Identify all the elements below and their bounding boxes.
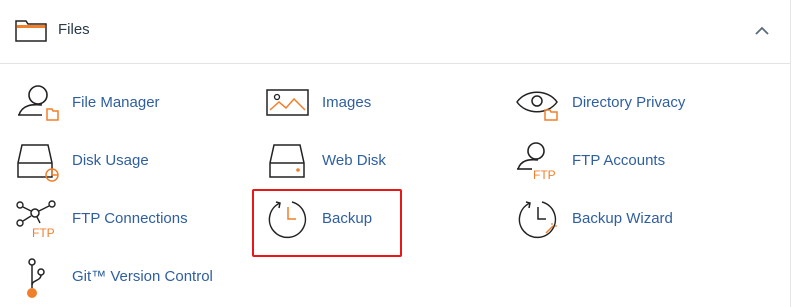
- section-title: Files: [58, 21, 90, 38]
- folder-icon: [15, 20, 47, 42]
- git-icon: [27, 258, 45, 298]
- backup-highlight-box: [252, 189, 402, 257]
- svg-text:FTP: FTP: [32, 226, 55, 240]
- directory-privacy-icon: [516, 91, 558, 121]
- item-label: Directory Privacy: [572, 94, 686, 111]
- svg-text:FTP: FTP: [533, 168, 556, 182]
- files-panel: Files File Manager Images Directory Priv…: [0, 0, 791, 307]
- disk-usage-icon: [17, 144, 59, 182]
- backup-wizard-link[interactable]: Backup Wizard: [516, 199, 736, 239]
- item-label: Images: [322, 94, 372, 111]
- git-version-control-link[interactable]: Git™ Version Control: [16, 257, 236, 298]
- backup-wizard-icon: [518, 201, 557, 239]
- item-label: Git™ Version Control: [72, 268, 213, 285]
- ftp-connections-icon: FTP: [16, 200, 56, 240]
- file-manager-icon: [18, 85, 59, 121]
- images-link[interactable]: Images: [266, 83, 426, 123]
- chevron-up-icon[interactable]: [755, 26, 769, 36]
- item-label: FTP Connections: [72, 210, 188, 227]
- ftp-accounts-icon: FTP: [517, 142, 556, 182]
- item-label: Web Disk: [322, 152, 386, 169]
- file-manager-link[interactable]: File Manager: [16, 83, 216, 123]
- item-label: Disk Usage: [72, 152, 149, 169]
- disk-usage-link[interactable]: Disk Usage: [16, 141, 216, 182]
- directory-privacy-link[interactable]: Directory Privacy: [516, 83, 736, 123]
- item-label: File Manager: [72, 94, 160, 111]
- section-header[interactable]: Files: [0, 0, 790, 64]
- images-icon: [266, 89, 309, 116]
- web-disk-icon: [269, 144, 305, 178]
- item-label: FTP Accounts: [572, 152, 666, 169]
- item-label: Backup Wizard: [572, 210, 673, 227]
- ftp-accounts-link[interactable]: FTP FTP Accounts: [516, 141, 736, 182]
- ftp-connections-link[interactable]: FTP FTP Connections: [16, 199, 216, 240]
- web-disk-link[interactable]: Web Disk: [266, 141, 426, 181]
